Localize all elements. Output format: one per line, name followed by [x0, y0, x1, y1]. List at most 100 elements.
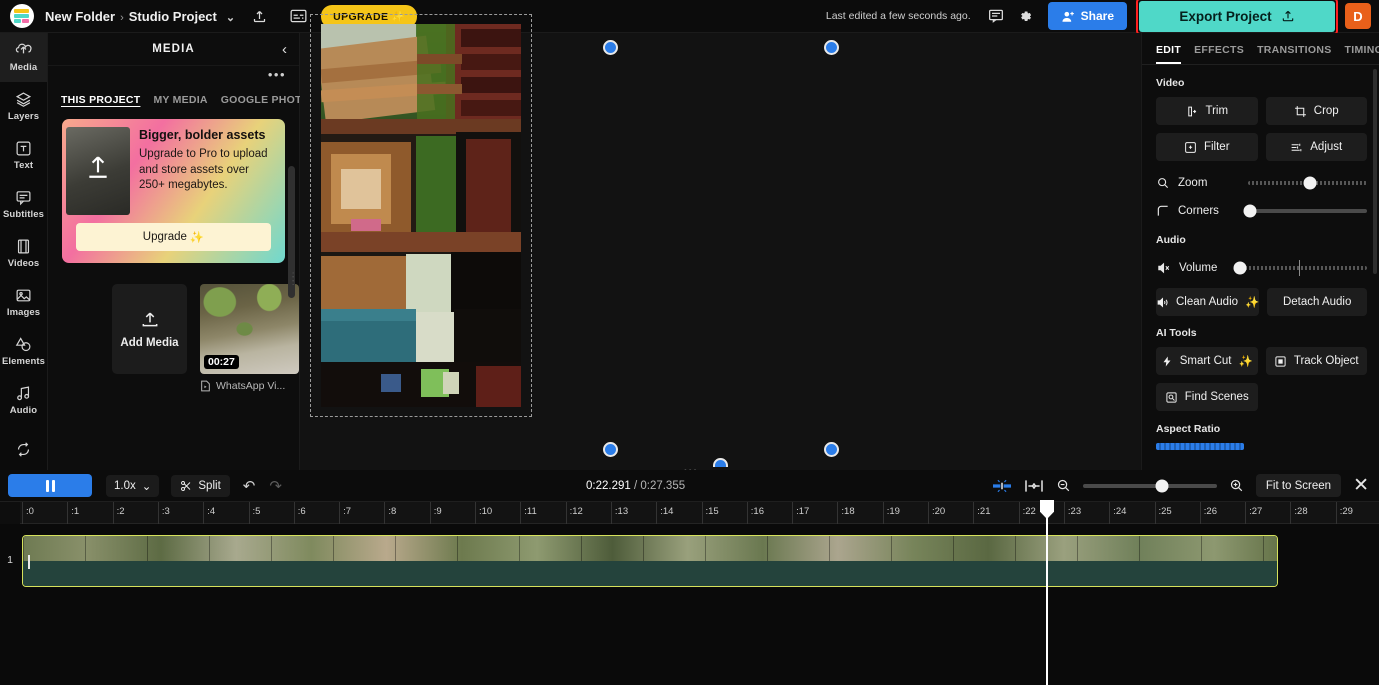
- clean-audio-icon: [1157, 297, 1168, 307]
- ruler-tick: :4: [203, 502, 215, 524]
- upload-arrow-icon: [89, 156, 107, 179]
- collapse-panel-chevron-left-icon[interactable]: ‹: [282, 41, 287, 58]
- tab-edit[interactable]: EDIT: [1156, 44, 1182, 64]
- export-project-button[interactable]: Export Project: [1139, 0, 1335, 32]
- adjust-button[interactable]: Adjust: [1265, 133, 1367, 161]
- timeline-clip[interactable]: [22, 535, 1278, 587]
- upload-arrow-icon: [142, 312, 157, 327]
- timeline-zoom-thumb[interactable]: [1155, 479, 1169, 492]
- sidebar-item-record[interactable]: [0, 425, 47, 474]
- close-x-icon[interactable]: ✕: [1353, 476, 1369, 495]
- zoom-slider-thumb[interactable]: [1303, 176, 1317, 190]
- trim-label: Trim: [1205, 105, 1229, 117]
- zoom-slider-track[interactable]: [1248, 176, 1367, 190]
- video-section-title: Video: [1156, 77, 1185, 89]
- play-pause-button[interactable]: [8, 474, 92, 497]
- subtitle-caption-icon[interactable]: [283, 1, 313, 31]
- ruler-tick-label: :13: [614, 506, 629, 517]
- corners-slider-track[interactable]: [1243, 204, 1367, 218]
- smart-cut-button[interactable]: Smart Cut ✨: [1156, 347, 1258, 375]
- ruler-tick: :24: [1109, 502, 1126, 524]
- pause-icon-bar-left: [45, 479, 49, 492]
- volume-slider-thumb[interactable]: [1233, 261, 1247, 275]
- ruler-tick: :23: [1063, 502, 1081, 524]
- properties-panel-scrollbar[interactable]: [1373, 69, 1377, 274]
- undo-icon[interactable]: ↶: [243, 477, 256, 495]
- video-preview-frame[interactable]: [321, 24, 521, 407]
- detach-audio-button[interactable]: Detach Audio: [1267, 288, 1367, 316]
- ruler-tick: :14: [656, 502, 673, 524]
- resize-handle-bottom-left[interactable]: [603, 442, 618, 457]
- resize-handle-top-left[interactable]: [603, 40, 618, 55]
- smart-cut-label: Smart Cut: [1179, 355, 1232, 367]
- tab-transitions[interactable]: TRANSITIONS: [1257, 44, 1331, 64]
- more-horizontal-icon[interactable]: •••: [268, 68, 286, 81]
- sidebar-item-videos[interactable]: Videos: [0, 229, 47, 278]
- ruler-tick: :27: [1245, 502, 1262, 524]
- trim-button[interactable]: Trim: [1156, 97, 1258, 125]
- redo-icon[interactable]: ↷: [269, 477, 282, 495]
- add-media-button[interactable]: Add Media: [112, 284, 187, 374]
- track-object-button[interactable]: Track Object: [1265, 347, 1367, 375]
- sidebar-item-layers[interactable]: Layers: [0, 82, 47, 131]
- media-asset-item[interactable]: 00:27 WhatsApp Vi...: [200, 284, 299, 392]
- text-icon: [16, 141, 31, 156]
- lightning-icon: [1163, 356, 1171, 366]
- project-chevron-down-icon[interactable]: ⌄: [226, 12, 235, 24]
- zoom-in-icon[interactable]: [1229, 478, 1244, 493]
- promo-upgrade-button[interactable]: Upgrade ✨: [76, 223, 271, 251]
- split-button[interactable]: Split: [171, 474, 230, 497]
- asset-thumbnail[interactable]: 00:27: [200, 284, 299, 374]
- find-scenes-button[interactable]: Find Scenes: [1156, 383, 1258, 411]
- ruler-tick: :29: [1335, 502, 1353, 524]
- avatar[interactable]: D: [1345, 3, 1371, 29]
- resize-handle-top-right[interactable]: [824, 40, 839, 55]
- clean-audio-button[interactable]: Clean Audio ✨: [1156, 288, 1260, 316]
- aspect-ratio-option[interactable]: [1156, 443, 1244, 450]
- timeline-zoom-slider[interactable]: [1082, 479, 1217, 492]
- breadcrumb-folder[interactable]: New Folder: [45, 9, 115, 24]
- corners-slider-thumb[interactable]: [1243, 204, 1257, 218]
- share-upload-icon[interactable]: [244, 1, 274, 31]
- breadcrumb-separator: ›: [120, 11, 124, 24]
- snap-magnet-icon[interactable]: [992, 477, 1012, 495]
- sidebar-item-elements[interactable]: Elements: [0, 327, 47, 376]
- playback-speed-select[interactable]: 1.0x ⌄: [106, 474, 160, 497]
- fit-to-screen-button[interactable]: Fit to Screen: [1255, 474, 1342, 497]
- ruler-tick-label: :16: [750, 506, 765, 517]
- ruler-tick-label: :21: [977, 506, 991, 517]
- chevron-down-icon: ⌄: [141, 480, 152, 493]
- volume-slider-track[interactable]: [1233, 260, 1367, 276]
- sidebar-item-audio[interactable]: Audio: [0, 376, 47, 425]
- resize-handle-bottom-right[interactable]: [824, 442, 839, 457]
- detach-audio-label: Detach Audio: [1282, 296, 1352, 308]
- share-button[interactable]: Share: [1047, 2, 1127, 30]
- panel-resize-handle[interactable]: :::: [292, 271, 297, 287]
- transport-bar: 1.0x ⌄ Split ↶ ↷ 0:22.291 / 0:27.355 Fit…: [0, 470, 1379, 502]
- ai-button-row-2: Find Scenes: [1156, 383, 1367, 411]
- breadcrumb-project[interactable]: Studio Project: [129, 9, 217, 24]
- sidebar-item-subtitles[interactable]: Subtitles: [0, 180, 47, 229]
- tab-this-project[interactable]: THIS PROJECT: [61, 94, 140, 106]
- tab-effects[interactable]: EFFECTS: [1194, 44, 1244, 64]
- playhead-line: [1046, 502, 1048, 685]
- filter-button[interactable]: Filter: [1156, 133, 1258, 161]
- smart-cut-sparkle-icon: ✨: [1238, 356, 1253, 368]
- clip-trim-handle-left[interactable]: [28, 555, 30, 569]
- fit-between-markers-icon[interactable]: [1024, 478, 1044, 494]
- upgrade-promo-card[interactable]: Bigger, bolder assets Upgrade to Pro to …: [62, 119, 285, 263]
- comments-icon[interactable]: [981, 1, 1011, 31]
- tab-timing[interactable]: TIMING: [1345, 44, 1379, 64]
- sidebar-item-text[interactable]: Text: [0, 131, 47, 180]
- sidebar-item-images[interactable]: Images: [0, 278, 47, 327]
- timeline-ruler[interactable]: :0:1:2:3:4:5:6:7:8:9:10:11:12:13:14:15:1…: [0, 502, 1379, 524]
- tab-my-media[interactable]: MY MEDIA: [153, 94, 207, 106]
- resize-handle-bottom-center[interactable]: [713, 458, 728, 467]
- zoom-out-icon[interactable]: [1056, 478, 1071, 493]
- crop-button[interactable]: Crop: [1265, 97, 1367, 125]
- settings-gear-icon[interactable]: [1011, 1, 1041, 31]
- ruler-tick-label: :25: [1158, 506, 1172, 517]
- adjust-sliders-icon: [1291, 143, 1302, 151]
- app-logo-icon[interactable]: [10, 4, 34, 28]
- sidebar-item-media[interactable]: Media: [0, 33, 47, 82]
